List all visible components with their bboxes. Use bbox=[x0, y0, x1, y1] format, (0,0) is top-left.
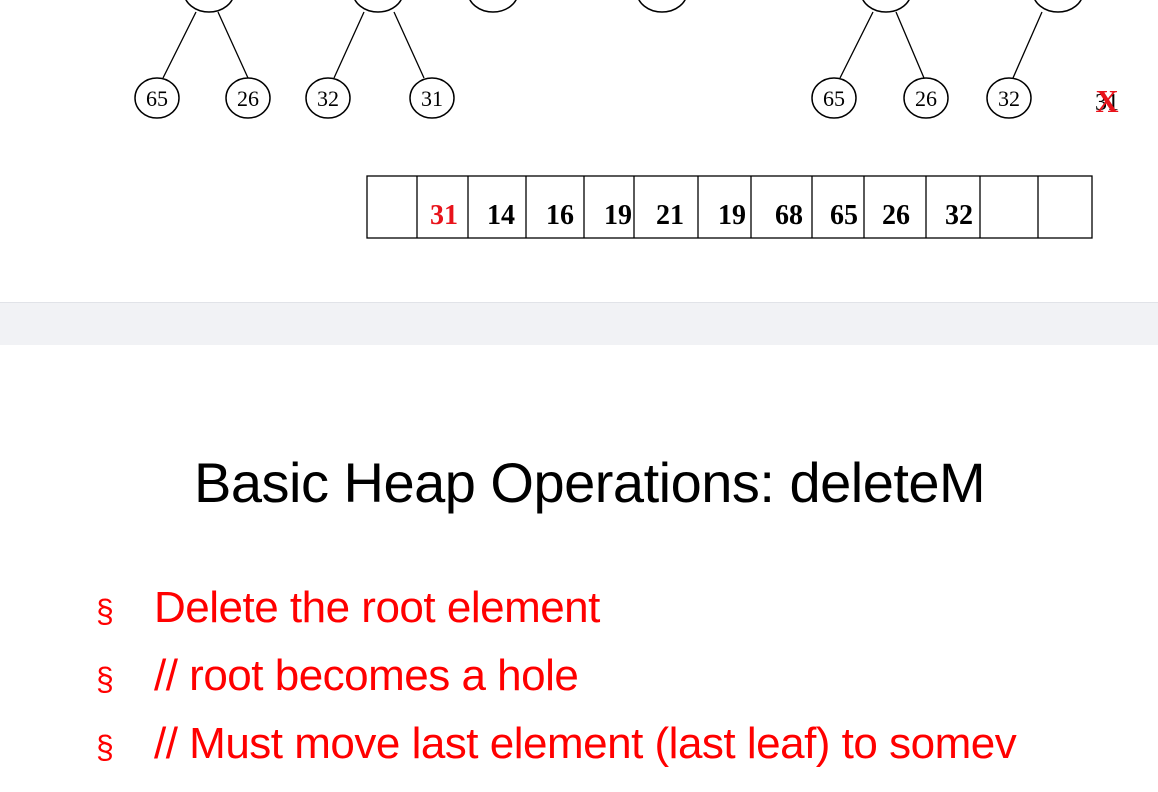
right-tree-leaves: 65 26 32 31 X bbox=[811, 77, 1119, 119]
leaf-label: 31 bbox=[421, 86, 443, 111]
array-cell-value: 68 bbox=[775, 200, 803, 231]
bullet-marker-icon: § bbox=[96, 593, 114, 629]
slide-previous: 65 26 32 31 65 26 32 31 X 31 14 16 19 21… bbox=[0, 0, 1158, 302]
array-cell-value: 32 bbox=[945, 200, 973, 231]
tree-node bbox=[354, 0, 402, 13]
array-cell-value: 16 bbox=[546, 200, 574, 231]
leaf-label: 26 bbox=[915, 86, 937, 111]
leaf-label: 32 bbox=[317, 86, 339, 111]
bullet-text: Delete the root element bbox=[154, 583, 600, 632]
heap-diagram: 65 26 32 31 65 26 32 31 X 31 14 16 19 21… bbox=[134, 0, 1119, 239]
removed-mark: X bbox=[1095, 83, 1118, 119]
left-tree-leaves: 65 26 32 31 bbox=[134, 77, 455, 119]
leaf-label: 32 bbox=[998, 86, 1020, 111]
heap-array: 31 14 16 19 21 19 68 65 26 32 bbox=[366, 175, 1093, 239]
bullet-text: // Must move last element (last leaf) to… bbox=[154, 719, 1017, 768]
bullet-marker-icon: § bbox=[96, 729, 114, 765]
array-cell-value: 65 bbox=[830, 200, 858, 231]
array-cell-value: 26 bbox=[882, 200, 910, 231]
leaf-label: 65 bbox=[146, 86, 168, 111]
array-cell-value: 21 bbox=[656, 200, 684, 231]
tree-edges bbox=[162, 11, 1043, 79]
bullet-marker-icon: § bbox=[96, 661, 114, 697]
array-cell-value: 14 bbox=[487, 200, 515, 231]
tree-node bbox=[469, 0, 517, 13]
tree-node bbox=[638, 0, 686, 13]
array-cell-value: 19 bbox=[718, 200, 746, 231]
slide-separator bbox=[0, 302, 1158, 346]
slide-title: Basic Heap Operations: deleteM bbox=[194, 451, 986, 514]
tree-node bbox=[185, 0, 233, 13]
tree-node bbox=[1034, 0, 1082, 13]
array-cell-value: 31 bbox=[430, 200, 458, 231]
slide-current: Basic Heap Operations: deleteM § Delete … bbox=[0, 345, 1158, 792]
tree-node bbox=[862, 0, 910, 13]
leaf-label: 26 bbox=[237, 86, 259, 111]
bullet-text: // root becomes a hole bbox=[154, 651, 579, 700]
leaf-label: 65 bbox=[823, 86, 845, 111]
array-cell-value: 19 bbox=[604, 200, 632, 231]
